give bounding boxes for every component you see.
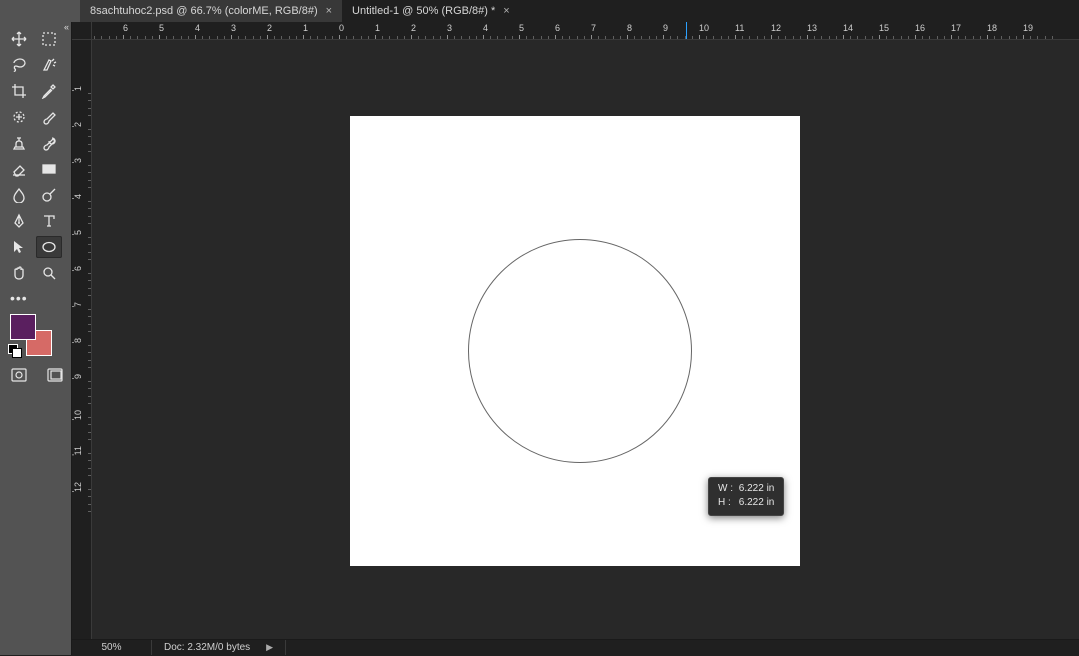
document-info-label: Doc: bbox=[164, 642, 185, 653]
ruler-tick: 3 bbox=[231, 23, 236, 33]
ruler-tick: 7 bbox=[591, 23, 596, 33]
ruler-tick: 6 bbox=[73, 266, 83, 271]
hand-tool[interactable] bbox=[6, 262, 32, 284]
tabbar-left-gap bbox=[0, 0, 80, 22]
crop-tool[interactable] bbox=[6, 80, 32, 102]
document-info-value: 2.32M/0 bytes bbox=[187, 642, 250, 653]
ruler-tick: 3 bbox=[73, 158, 83, 163]
horizontal-ruler[interactable]: 7654321012345678910111213141516171819 bbox=[92, 22, 1079, 40]
foreground-color-swatch[interactable] bbox=[10, 314, 36, 340]
ruler-tick: 0 bbox=[339, 23, 344, 33]
ruler-tick: 9 bbox=[73, 374, 83, 379]
ruler-tick: 4 bbox=[73, 194, 83, 199]
ruler-tick: 9 bbox=[663, 23, 668, 33]
ruler-tick: 11 bbox=[73, 446, 83, 455]
pen-tool[interactable] bbox=[6, 210, 32, 232]
ruler-tick: 8 bbox=[627, 23, 632, 33]
ruler-tick: 19 bbox=[1023, 23, 1033, 33]
ruler-tick: 15 bbox=[879, 23, 889, 33]
measure-height-value: 6.222 in bbox=[739, 497, 775, 508]
zoom-tool[interactable] bbox=[36, 262, 62, 284]
color-swatches[interactable] bbox=[8, 314, 64, 360]
spot-healing-brush-tool[interactable] bbox=[6, 106, 32, 128]
expand-panel-icon[interactable]: « bbox=[59, 22, 71, 34]
eraser-tool[interactable] bbox=[6, 158, 32, 180]
ruler-tick: 2 bbox=[73, 122, 83, 127]
ruler-tick: 10 bbox=[73, 410, 83, 420]
ruler-tick: 5 bbox=[519, 23, 524, 33]
ruler-guide-marker bbox=[686, 22, 687, 40]
canvas-stage[interactable]: W : 6.222 in H : 6.222 in bbox=[92, 40, 1079, 639]
path-selection-tool[interactable] bbox=[6, 236, 32, 258]
eyedropper-tool[interactable] bbox=[36, 80, 62, 102]
ruler-tick: 12 bbox=[73, 482, 83, 492]
ruler-tick: 8 bbox=[73, 338, 83, 343]
ellipse-shape-outline bbox=[468, 239, 692, 463]
lasso-tool[interactable] bbox=[6, 54, 32, 76]
close-tab-icon[interactable]: × bbox=[326, 5, 332, 17]
brush-tool[interactable] bbox=[36, 106, 62, 128]
ruler-origin[interactable] bbox=[72, 22, 92, 40]
transform-measure-tooltip: W : 6.222 in H : 6.222 in bbox=[708, 477, 784, 516]
ruler-tick: 11 bbox=[735, 23, 744, 33]
ruler-tick: 4 bbox=[483, 23, 488, 33]
ellipse-tool[interactable] bbox=[36, 236, 62, 258]
ruler-tick: 16 bbox=[915, 23, 925, 33]
move-tool[interactable] bbox=[6, 28, 32, 50]
ruler-tick: 6 bbox=[555, 23, 560, 33]
close-tab-icon[interactable]: × bbox=[503, 5, 509, 17]
history-brush-tool[interactable] bbox=[36, 132, 62, 154]
measure-width-label: W : bbox=[718, 482, 736, 496]
gradient-tool[interactable] bbox=[36, 158, 62, 180]
ruler-tick: 6 bbox=[123, 23, 128, 33]
ruler-tick: 5 bbox=[73, 230, 83, 235]
tools-panel: « ••• bbox=[0, 22, 72, 655]
blur-tool[interactable] bbox=[6, 184, 32, 206]
quick-mask-mode-icon[interactable] bbox=[10, 368, 28, 382]
ruler-tick: 1 bbox=[375, 23, 380, 33]
ruler-tick: 4 bbox=[195, 23, 200, 33]
quick-selection-tool[interactable] bbox=[36, 54, 62, 76]
document-tab-label: Untitled-1 @ 50% (RGB/8#) * bbox=[352, 5, 495, 17]
type-tool[interactable] bbox=[36, 210, 62, 232]
workspace: 7654321012345678910111213141516171819 12… bbox=[72, 22, 1079, 639]
document-tabs: 8sachtuhoc2.psd @ 66.7% (colorME, RGB/8#… bbox=[0, 0, 1079, 22]
ruler-tick: 10 bbox=[699, 23, 709, 33]
ruler-tick: 12 bbox=[771, 23, 781, 33]
ruler-tick: 1 bbox=[303, 23, 308, 33]
default-colors-icon[interactable] bbox=[8, 344, 20, 356]
document-tab[interactable]: Untitled-1 @ 50% (RGB/8#) * × bbox=[342, 0, 520, 22]
measure-width-value: 6.222 in bbox=[739, 483, 775, 494]
zoom-level[interactable]: 50% bbox=[72, 640, 152, 655]
clone-stamp-tool[interactable] bbox=[6, 132, 32, 154]
ruler-tick: 14 bbox=[843, 23, 853, 33]
status-bar: 50% Doc: 2.32M/0 bytes ▶ bbox=[72, 639, 1079, 655]
ruler-tick: 7 bbox=[73, 302, 83, 307]
document-tab-label: 8sachtuhoc2.psd @ 66.7% (colorME, RGB/8#… bbox=[90, 5, 318, 17]
ruler-tick: 17 bbox=[951, 23, 961, 33]
screen-mode-icon[interactable] bbox=[46, 368, 64, 382]
ruler-tick: 2 bbox=[411, 23, 416, 33]
vertical-ruler[interactable]: 123456789101112 bbox=[72, 40, 92, 639]
document-info[interactable]: Doc: 2.32M/0 bytes ▶ bbox=[152, 640, 286, 655]
ruler-tick: 18 bbox=[987, 23, 997, 33]
dodge-tool[interactable] bbox=[36, 184, 62, 206]
edit-toolbar-icon[interactable]: ••• bbox=[0, 288, 56, 312]
document-info-chevron-icon[interactable]: ▶ bbox=[266, 642, 273, 653]
ruler-tick: 5 bbox=[159, 23, 164, 33]
ruler-tick: 1 bbox=[73, 86, 83, 91]
document-tab[interactable]: 8sachtuhoc2.psd @ 66.7% (colorME, RGB/8#… bbox=[80, 0, 342, 22]
ruler-tick: 13 bbox=[807, 23, 817, 33]
ruler-tick: 2 bbox=[267, 23, 272, 33]
measure-height-label: H : bbox=[718, 496, 736, 510]
ruler-tick: 3 bbox=[447, 23, 452, 33]
